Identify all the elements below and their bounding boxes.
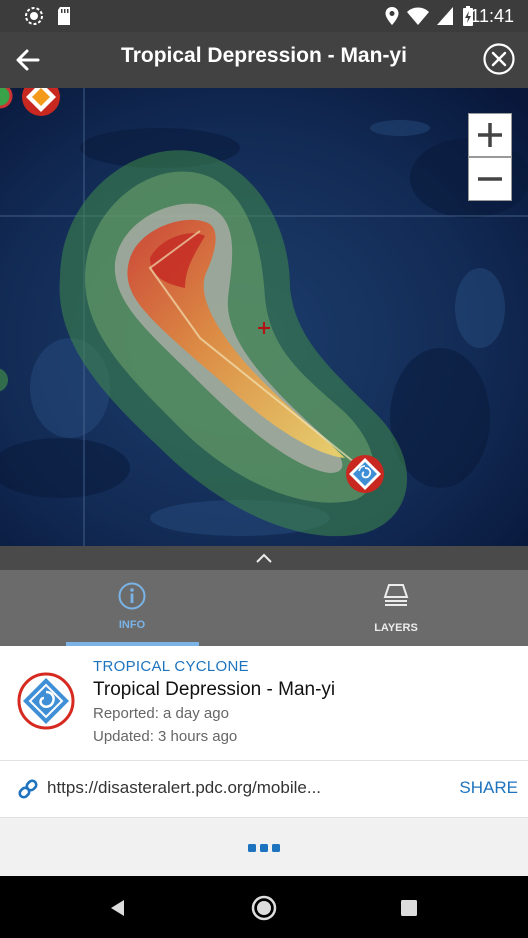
hazard-info-card[interactable]: TROPICAL CYCLONE Tropical Depression - M… bbox=[0, 646, 528, 760]
tab-info-label: INFO bbox=[118, 619, 146, 631]
plus-icon bbox=[478, 123, 502, 147]
location-icon bbox=[385, 7, 399, 25]
wifi-icon bbox=[407, 7, 429, 25]
map-view[interactable] bbox=[0, 88, 528, 546]
status-time: 11:41 bbox=[470, 6, 514, 26]
tab-layers[interactable]: LAYERS bbox=[264, 570, 528, 646]
hazard-url[interactable]: https://disasteralert.pdc.org/mobile... bbox=[47, 778, 321, 798]
recents-nav-icon[interactable] bbox=[400, 899, 418, 917]
tab-info[interactable]: INFO bbox=[0, 570, 264, 646]
tab-layers-label: LAYERS bbox=[374, 622, 418, 634]
more-options-icon[interactable] bbox=[247, 844, 281, 852]
chevron-up-icon bbox=[256, 553, 272, 563]
alert-marker-icon[interactable] bbox=[20, 88, 62, 118]
info-icon bbox=[118, 582, 146, 610]
more-options-bar bbox=[0, 818, 528, 876]
signal-icon bbox=[437, 7, 453, 25]
hazard-title: Tropical Depression - Man-yi bbox=[93, 679, 336, 700]
system-nav-bar bbox=[0, 876, 528, 938]
notification-icon bbox=[25, 7, 43, 25]
cyclone-marker-icon[interactable] bbox=[344, 453, 386, 495]
hazard-category: TROPICAL CYCLONE bbox=[93, 658, 249, 675]
link-icon bbox=[18, 779, 38, 799]
share-link-row: https://disasteralert.pdc.org/mobile... … bbox=[0, 761, 528, 817]
layers-icon bbox=[383, 584, 409, 606]
zoom-out-button[interactable] bbox=[468, 157, 512, 201]
sd-card-icon bbox=[58, 7, 70, 25]
home-nav-icon[interactable] bbox=[251, 895, 277, 921]
page-title: Tropical Depression - Man-yi bbox=[121, 44, 407, 67]
close-icon[interactable] bbox=[482, 42, 516, 76]
back-nav-icon[interactable] bbox=[108, 898, 126, 918]
updated-time: Updated: 3 hours ago bbox=[93, 728, 238, 745]
partial-marker-green[interactable] bbox=[0, 88, 13, 109]
reported-time: Reported: a day ago bbox=[93, 705, 229, 722]
storm-track-map bbox=[0, 88, 528, 546]
tab-bar: INFO LAYERS bbox=[0, 570, 528, 646]
app-bar: Tropical Depression - Man-yi bbox=[0, 32, 528, 88]
drawer-handle[interactable] bbox=[0, 546, 528, 570]
zoom-in-button[interactable] bbox=[468, 113, 512, 157]
minus-icon bbox=[478, 177, 502, 181]
status-bar: 11:41 bbox=[0, 0, 528, 32]
share-button[interactable]: SHARE bbox=[459, 778, 518, 798]
cyclone-icon bbox=[17, 672, 75, 730]
